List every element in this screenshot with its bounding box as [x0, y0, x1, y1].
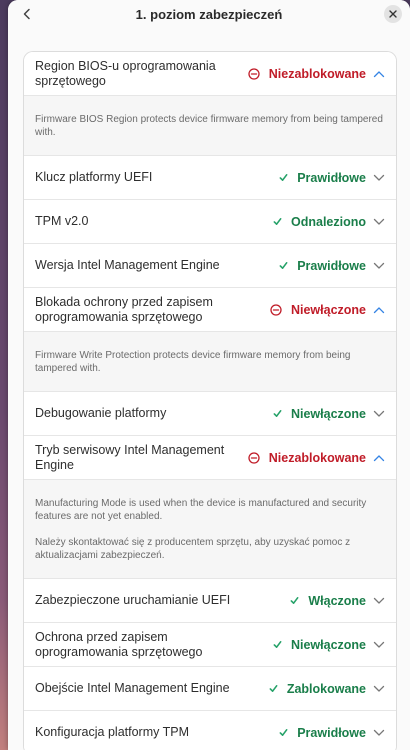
chevron-left-icon [23, 8, 30, 20]
security-check-status: Prawidłowe [279, 259, 366, 273]
security-check-row[interactable]: Zabezpieczone uruchamianie UEFI Włączone [24, 579, 396, 623]
security-check-row[interactable]: Debugowanie platformy Niewłączone [24, 392, 396, 436]
security-check-description: Firmware BIOS Region protects device fir… [24, 96, 396, 156]
chevron-up-icon [373, 71, 385, 78]
chevron-up-icon [373, 307, 385, 314]
security-check-row[interactable]: Ochrona przed zapisem oprogramowania spr… [24, 623, 396, 667]
check-icon [290, 596, 299, 605]
back-button[interactable] [17, 4, 37, 24]
security-check-label: TPM v2.0 [35, 214, 89, 228]
security-check-row[interactable]: Klucz platformy UEFI Prawidłowe [24, 156, 396, 200]
security-check-label: Ochrona przed zapisem oprogramowania spr… [35, 629, 203, 659]
status-text: Niezablokowane [268, 450, 366, 465]
security-check-status: Zablokowane [269, 682, 366, 696]
description-text: Firmware BIOS Region protects device fir… [35, 114, 383, 138]
security-check-label: Wersja Intel Management Engine [35, 258, 220, 272]
chevron-down-icon [373, 218, 385, 225]
dialog-header: 1. poziom zabezpieczeń [8, 0, 410, 29]
chevron-down-icon [373, 410, 385, 417]
close-button[interactable] [384, 5, 402, 23]
status-text: Niewłączone [290, 406, 366, 421]
description-text: Firmware Write Protection protects devic… [35, 350, 351, 374]
dialog-title: 1. poziom zabezpieczeń [135, 7, 283, 22]
check-icon [273, 409, 282, 418]
description-text: Należy skontaktować się z producentem sp… [35, 537, 351, 561]
security-checks-list: Region BIOS-u oprogramowania sprzętowego… [24, 52, 396, 750]
status-text: Prawidłowe [297, 725, 366, 740]
check-icon [279, 173, 288, 182]
close-icon [389, 10, 397, 18]
security-check-status: Prawidłowe [279, 726, 366, 740]
security-check-status: Niezablokowane [248, 451, 366, 465]
security-check-status: Niewłączone [273, 638, 366, 652]
chevron-down-icon [373, 729, 385, 736]
warning-circle-icon [270, 303, 282, 316]
chevron-down-icon [373, 262, 385, 269]
status-text: Włączone [308, 593, 366, 608]
chevron-down-icon [373, 597, 385, 604]
security-check-label: Obejście Intel Management Engine [35, 681, 230, 695]
chevron-down-icon [373, 641, 385, 648]
security-check-label: Tryb serwisowy Intel Management Engine [35, 442, 225, 472]
chevron-down-icon [373, 685, 385, 692]
security-check-label: Blokada ochrony przed zapisem oprogramow… [35, 294, 213, 324]
status-text: Odnaleziono [291, 214, 366, 229]
description-text: Manufacturing Mode is used when the devi… [35, 498, 367, 522]
security-check-status: Włączone [290, 594, 366, 608]
security-check-row[interactable]: Blokada ochrony przed zapisem oprogramow… [24, 288, 396, 332]
check-icon [273, 640, 282, 649]
security-check-label: Konfiguracja platformy TPM [35, 725, 189, 739]
check-icon [279, 261, 288, 270]
check-icon [279, 728, 288, 737]
security-check-row[interactable]: TPM v2.0 Odnaleziono [24, 200, 396, 244]
security-check-row[interactable]: Konfiguracja platformy TPM Prawidłowe [24, 711, 396, 750]
warning-circle-icon [248, 67, 260, 80]
security-check-label: Klucz platformy UEFI [35, 170, 153, 184]
status-text: Prawidłowe [297, 258, 366, 273]
security-check-status: Odnaleziono [273, 215, 366, 229]
chevron-up-icon [373, 455, 385, 462]
security-check-label: Region BIOS-u oprogramowania sprzętowego [35, 58, 216, 88]
status-text: Niewłączone [290, 637, 366, 652]
status-text: Zablokowane [286, 681, 366, 696]
chevron-down-icon [373, 174, 385, 181]
security-check-row[interactable]: Region BIOS-u oprogramowania sprzętowego… [24, 52, 396, 96]
status-text: Prawidłowe [297, 170, 366, 185]
security-check-status: Niewłączone [273, 407, 366, 421]
security-check-label: Debugowanie platformy [35, 406, 167, 420]
check-icon [273, 217, 282, 226]
security-check-status: Niewłączone [270, 303, 366, 317]
security-check-row[interactable]: Obejście Intel Management Engine Zablokow… [24, 667, 396, 711]
status-text: Niewłączone [290, 302, 366, 317]
status-text: Niezablokowane [268, 66, 366, 81]
security-check-row[interactable]: Wersja Intel Management Engine Prawidłowe [24, 244, 396, 288]
security-check-label: Zabezpieczone uruchamianie UEFI [35, 593, 231, 607]
security-check-row[interactable]: Tryb serwisowy Intel Management Engine Ni… [24, 436, 396, 480]
security-check-description: Manufacturing Mode is used when the devi… [24, 480, 396, 579]
check-icon [269, 684, 278, 693]
warning-circle-icon [248, 451, 260, 464]
security-check-status: Prawidłowe [279, 171, 366, 185]
security-level-dialog: 1. poziom zabezpieczeń Region BIOS-u opr… [8, 0, 410, 750]
security-check-status: Niezablokowane [248, 67, 366, 81]
security-check-description: Firmware Write Protection protects devic… [24, 332, 396, 392]
